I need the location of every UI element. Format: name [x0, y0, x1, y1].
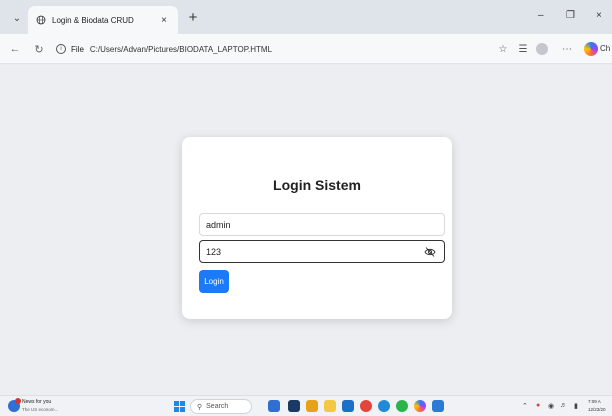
tab-list-chevron-icon[interactable]: ⌄ — [10, 11, 24, 25]
search-label: Search — [206, 403, 229, 410]
taskbar-search[interactable]: ⚲ Search — [190, 399, 252, 414]
taskview-icon[interactable] — [268, 400, 280, 412]
app-icon[interactable] — [306, 400, 318, 412]
more-options-icon[interactable]: ⋯ — [560, 42, 574, 56]
tray-app-icon[interactable]: ● — [536, 402, 540, 409]
restore-button[interactable]: ❐ — [566, 10, 575, 21]
minimize-button[interactable]: – — [538, 10, 544, 21]
news-subtitle[interactable]: The US econom... — [22, 407, 58, 412]
file-label: File — [71, 44, 84, 54]
favorites-list-icon[interactable]: ☰ — [516, 42, 530, 56]
clock-date: 12/23/20 — [588, 407, 606, 412]
username-input[interactable]: admin — [199, 213, 445, 236]
clock-time: 7:09 A — [588, 399, 601, 404]
password-input[interactable]: 123 — [199, 240, 445, 263]
refresh-icon[interactable]: ↻ — [32, 42, 46, 56]
copilot-icon[interactable] — [584, 42, 598, 56]
file-explorer-icon[interactable] — [324, 400, 336, 412]
new-tab-button[interactable]: + — [184, 8, 202, 26]
taskbar: News for you The US econom... ⚲ Search ⌃… — [0, 395, 612, 416]
username-value: admin — [206, 219, 231, 230]
copilot-label: Ch — [600, 44, 611, 53]
browser-app-icon[interactable] — [360, 400, 372, 412]
whatsapp-icon[interactable] — [396, 400, 408, 412]
page-viewport: Login Sistem admin 123 Login — [0, 65, 612, 395]
battery-icon[interactable]: ▮ — [574, 402, 578, 410]
search-icon: ⚲ — [197, 403, 203, 411]
back-arrow-icon[interactable]: ← — [8, 42, 22, 56]
volume-icon[interactable]: ♬ — [560, 402, 567, 409]
globe-icon — [36, 15, 46, 25]
eye-off-icon[interactable] — [424, 246, 436, 258]
login-card: Login Sistem admin 123 Login — [182, 137, 452, 319]
tab-title: Login & Biodata CRUD — [52, 15, 134, 25]
edge-icon[interactable] — [378, 400, 390, 412]
login-title: Login Sistem — [273, 177, 361, 193]
wifi-icon[interactable]: ◉ — [548, 402, 554, 410]
login-button[interactable]: Login — [199, 270, 229, 293]
notification-badge — [15, 398, 21, 404]
copilot-app-icon[interactable] — [414, 400, 426, 412]
store-icon[interactable] — [342, 400, 354, 412]
browser-toolbar: ← ↻ i File C:/Users/Advan/Pictures/BIODA… — [0, 34, 612, 64]
address-url: C:/Users/Advan/Pictures/BIODATA_LAPTOP.H… — [89, 44, 273, 54]
app-icon[interactable] — [288, 400, 300, 412]
clock[interactable]: 7:09 A 12/23/20 — [588, 398, 606, 414]
info-icon[interactable]: i — [56, 44, 66, 54]
windows-start-icon[interactable] — [174, 401, 185, 412]
browser-tab-bar: ⌄ Login & Biodata CRUD × + – ❐ × — [0, 0, 612, 34]
favorite-star-icon[interactable]: ☆ — [496, 42, 510, 56]
news-title[interactable]: News for you — [22, 399, 51, 405]
vscode-icon[interactable] — [432, 400, 444, 412]
tab-login-biodata[interactable]: Login & Biodata CRUD × — [28, 6, 178, 34]
tab-close-icon[interactable]: × — [158, 15, 170, 26]
close-window-button[interactable]: × — [596, 10, 602, 21]
chevron-up-icon[interactable]: ⌃ — [522, 402, 528, 410]
password-value: 123 — [206, 246, 222, 257]
profile-avatar-icon[interactable] — [536, 43, 548, 55]
address-bar[interactable]: i File C:/Users/Advan/Pictures/BIODATA_L… — [56, 39, 486, 59]
